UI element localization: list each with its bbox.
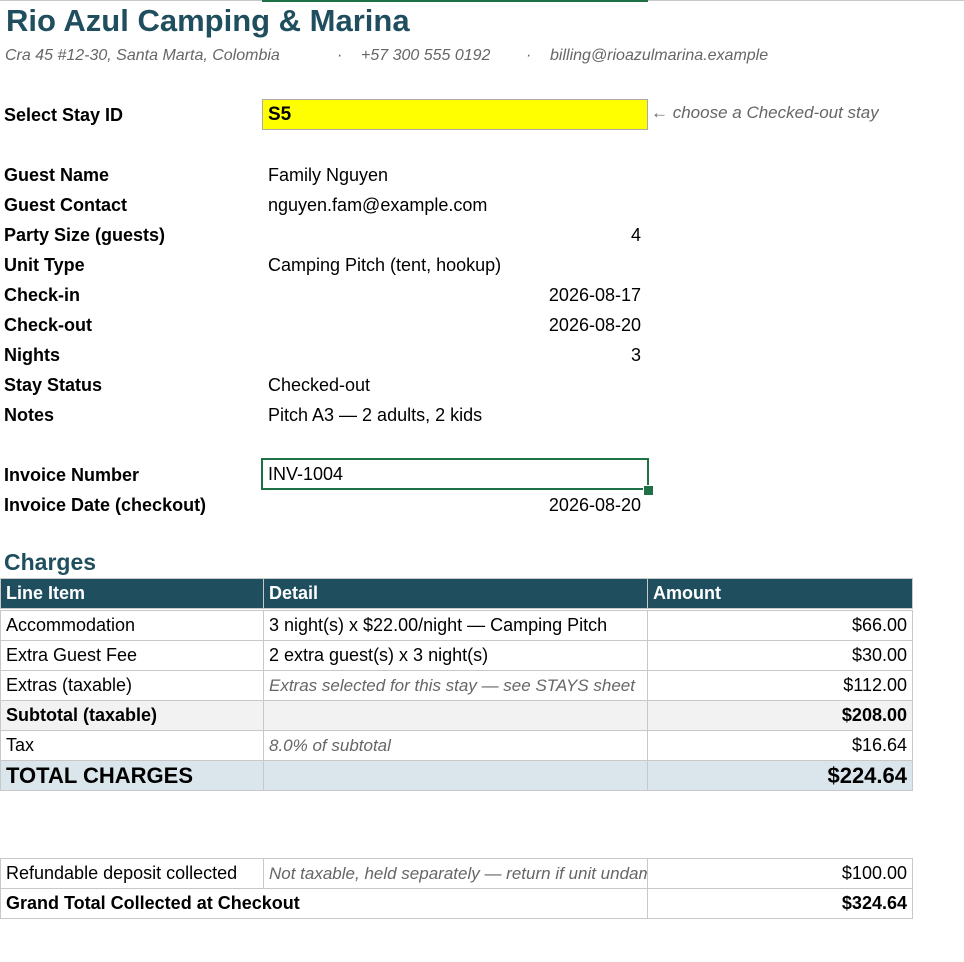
amount-cell[interactable]: $112.00: [647, 670, 913, 701]
line-item-cell[interactable]: Extra Guest Fee: [0, 640, 264, 671]
tax-label[interactable]: Tax: [0, 730, 264, 761]
total-charges-row: TOTAL CHARGES $224.64: [0, 760, 913, 791]
check-out-label: Check-out: [4, 315, 93, 335]
invoice-number-label: Invoice Number: [4, 465, 140, 485]
stay-id-select[interactable]: S5: [262, 99, 648, 130]
guest-contact-label: Guest Contact: [4, 195, 128, 215]
grand-total-label[interactable]: Grand Total Collected at Checkout: [0, 888, 648, 919]
stay-id-hint: ← choose a Checked-out stay: [651, 103, 879, 122]
invoice-date-value[interactable]: 2026-08-20: [264, 490, 641, 520]
table-row: Extras (taxable) Extras selected for thi…: [0, 670, 913, 701]
check-out-value[interactable]: 2026-08-20: [264, 310, 641, 340]
tax-detail[interactable]: 8.0% of subtotal: [263, 730, 648, 761]
detail-cell[interactable]: 3 night(s) x $22.00/night — Camping Pitc…: [263, 610, 648, 641]
party-size-value[interactable]: 4: [264, 220, 641, 250]
company-name: Rio Azul Camping & Marina: [6, 3, 410, 38]
total-charges-detail[interactable]: [263, 760, 648, 791]
subtotal-amount[interactable]: $208.00: [647, 700, 913, 731]
notes-label: Notes: [4, 405, 55, 425]
deposit-label[interactable]: Refundable deposit collected: [0, 858, 264, 889]
detail-cell[interactable]: Extras selected for this stay — see STAY…: [263, 670, 648, 701]
stay-status-label: Stay Status: [4, 375, 103, 395]
total-charges-amount[interactable]: $224.64: [647, 760, 913, 791]
check-in-label: Check-in: [4, 285, 81, 305]
deposit-table: Refundable deposit collected Not taxable…: [0, 858, 913, 919]
tax-amount[interactable]: $16.64: [647, 730, 913, 761]
table-row: Extra Guest Fee 2 extra guest(s) x 3 nig…: [0, 640, 913, 671]
check-in-value[interactable]: 2026-08-17: [264, 280, 641, 310]
header-separator: ·: [526, 47, 532, 64]
company-email: billing@rioazulmarina.example: [550, 47, 769, 64]
tax-row: Tax 8.0% of subtotal $16.64: [0, 730, 913, 761]
invoice-number-cell[interactable]: INV-1004: [261, 458, 649, 490]
table-row: Accommodation 3 night(s) x $22.00/night …: [0, 610, 913, 641]
header-detail[interactable]: Detail: [263, 578, 648, 609]
line-item-cell[interactable]: Extras (taxable): [0, 670, 264, 701]
subtotal-row: Subtotal (taxable) $208.00: [0, 700, 913, 731]
party-size-label: Party Size (guests): [4, 225, 166, 245]
detail-cell[interactable]: 2 extra guest(s) x 3 night(s): [263, 640, 648, 671]
stay-status-value[interactable]: Checked-out: [268, 370, 370, 400]
active-column-indicator: [262, 0, 648, 2]
guest-name-label: Guest Name: [4, 165, 110, 185]
nights-value[interactable]: 3: [264, 340, 641, 370]
grand-total-amount[interactable]: $324.64: [647, 888, 913, 919]
charges-table: Line Item Detail Amount Accommodation 3 …: [0, 578, 913, 791]
amount-cell[interactable]: $66.00: [647, 610, 913, 641]
unit-type-label: Unit Type: [4, 255, 85, 275]
charges-heading: Charges: [4, 549, 97, 575]
company-address: Cra 45 #12-30, Santa Marta, Colombia: [5, 47, 280, 64]
nights-label: Nights: [4, 345, 60, 365]
header-amount[interactable]: Amount: [647, 578, 913, 609]
total-charges-label[interactable]: TOTAL CHARGES: [0, 760, 264, 791]
line-item-cell[interactable]: Accommodation: [0, 610, 264, 641]
company-phone: +57 300 555 0192: [361, 47, 491, 64]
deposit-row: Refundable deposit collected Not taxable…: [0, 858, 913, 889]
guest-name-value[interactable]: Family Nguyen: [268, 160, 388, 190]
charges-header-row: Line Item Detail Amount: [0, 578, 913, 609]
grand-total-row: Grand Total Collected at Checkout $324.6…: [0, 888, 913, 919]
guest-contact-value[interactable]: nguyen.fam@example.com: [268, 190, 487, 220]
amount-cell[interactable]: $30.00: [647, 640, 913, 671]
subtotal-label[interactable]: Subtotal (taxable): [0, 700, 264, 731]
deposit-amount[interactable]: $100.00: [647, 858, 913, 889]
deposit-detail[interactable]: Not taxable, held separately — return if…: [263, 858, 648, 889]
invoice-date-label: Invoice Date (checkout): [4, 495, 207, 515]
unit-type-value[interactable]: Camping Pitch (tent, hookup): [268, 250, 501, 280]
subtotal-detail[interactable]: [263, 700, 648, 731]
header-separator: ·: [337, 47, 343, 64]
notes-value[interactable]: Pitch A3 — 2 adults, 2 kids: [268, 400, 482, 430]
header-line-item[interactable]: Line Item: [0, 578, 264, 609]
fill-handle[interactable]: [643, 485, 654, 496]
stay-id-label: Select Stay ID: [4, 105, 124, 125]
